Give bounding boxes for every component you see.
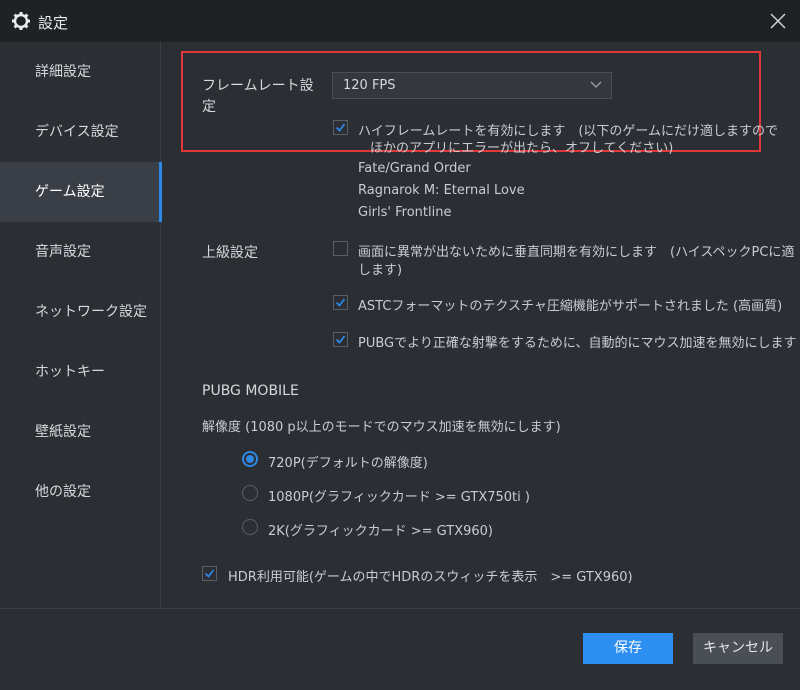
vsync-text-line2: します) [358, 263, 403, 278]
window-title: 設定 [38, 14, 69, 32]
sidebar: 詳細設定 デバイス設定 ゲーム設定 音声設定 ネットワーク設定 ホットキー 壁紙… [0, 42, 162, 608]
sidebar-item-label: デバイス設定 [35, 124, 119, 140]
checkmark-icon [204, 569, 215, 578]
high-fps-checkbox[interactable] [333, 120, 348, 135]
framerate-label-line2: 定 [202, 99, 216, 115]
gear-icon [12, 12, 30, 30]
astc-checkbox[interactable] [333, 295, 348, 310]
game-list-item: Ragnarok M: Eternal Love [358, 183, 525, 198]
pubg-heading: PUBG MOBILE [202, 383, 299, 399]
resolution-label: 解像度 (1080 p以上のモードでのマウス加速を無効にします) [202, 420, 561, 435]
vsync-checkbox[interactable] [333, 241, 348, 256]
hdr-label: HDR利用可能(ゲームの中でHDRのスウィッチを表示 >= GTX960) [228, 570, 633, 585]
footer: 保存 キャンセル [0, 608, 800, 690]
checkmark-icon [335, 335, 346, 344]
vsync-text-line1: 画面に異常が出ないために垂直同期を有効にします (ハイスペックPCに適 [358, 245, 795, 260]
sidebar-item-network[interactable]: ネットワーク設定 [0, 282, 161, 342]
title-bar: 設定 [0, 0, 800, 42]
astc-text: ASTCフォーマットのテクスチャ圧縮機能がサポートされました (高画質) [358, 299, 783, 314]
cancel-button[interactable]: キャンセル [693, 633, 783, 664]
sidebar-item-other[interactable]: 他の設定 [0, 462, 161, 522]
resolution-720p-label: 720P(デフォルトの解像度) [268, 456, 428, 471]
sidebar-item-wallpaper[interactable]: 壁紙設定 [0, 402, 161, 462]
settings-panel: フレームレート設 定 120 FPS ハイフレームレートを有効にします (以下の… [162, 42, 800, 608]
hdr-checkbox[interactable] [202, 566, 217, 581]
framerate-label-line1: フレームレート設 [202, 78, 314, 94]
sidebar-item-label: 他の設定 [35, 484, 91, 500]
checkmark-icon [335, 298, 346, 307]
close-icon[interactable] [768, 11, 788, 31]
pubg-mouse-accel-text: PUBGでより正確な射撃をするために、自動的にマウス加速を無効にします [358, 336, 797, 351]
game-list-item: Fate/Grand Order [358, 161, 471, 176]
sidebar-item-device[interactable]: デバイス設定 [0, 102, 161, 162]
advanced-label: 上級設定 [202, 245, 258, 261]
resolution-1080p-label: 1080P(グラフィックカード >= GTX750ti ) [268, 490, 530, 505]
sidebar-item-label: 壁紙設定 [35, 424, 91, 440]
sidebar-item-audio[interactable]: 音声設定 [0, 222, 161, 282]
sidebar-item-label: ネットワーク設定 [35, 304, 147, 320]
sidebar-item-label: ゲーム設定 [35, 184, 105, 200]
resolution-2k-label: 2K(グラフィックカード >= GTX960) [268, 524, 493, 539]
resolution-1080p-radio[interactable] [242, 485, 258, 501]
sidebar-item-label: ホットキー [35, 364, 105, 380]
resolution-720p-radio[interactable] [242, 451, 258, 467]
sidebar-item-game[interactable]: ゲーム設定 [0, 162, 162, 222]
framerate-select[interactable]: 120 FPS [332, 72, 612, 99]
game-list-item: Girls' Frontline [358, 205, 452, 220]
framerate-select-value: 120 FPS [343, 78, 396, 93]
chevron-down-icon [590, 81, 602, 88]
high-fps-text-line2: ほかのアプリにエラーが出たら、オフしてください) [370, 141, 674, 156]
checkmark-icon [335, 123, 346, 132]
sidebar-item-label: 音声設定 [35, 244, 91, 260]
resolution-2k-radio[interactable] [242, 519, 258, 535]
sidebar-item-label: 詳細設定 [35, 64, 91, 80]
save-button[interactable]: 保存 [583, 633, 673, 664]
pubg-mouse-accel-checkbox[interactable] [333, 332, 348, 347]
sidebar-item-advanced[interactable]: 詳細設定 [0, 42, 161, 102]
sidebar-item-hotkey[interactable]: ホットキー [0, 342, 161, 402]
